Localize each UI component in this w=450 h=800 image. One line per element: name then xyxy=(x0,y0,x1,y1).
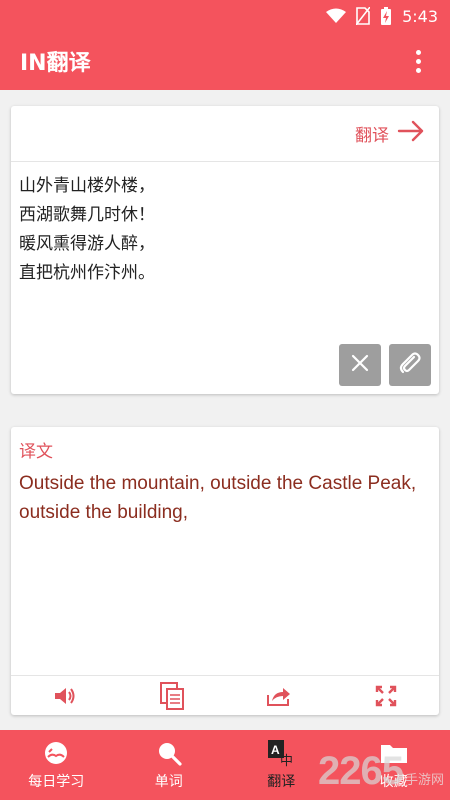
source-card: 翻译 山外青山楼外楼， 西湖歌舞几时休！ 暖风熏得游人醉， 直把杭州作汴州。 xyxy=(11,106,439,394)
status-time: 5:43 xyxy=(402,6,438,26)
svg-text:中: 中 xyxy=(280,754,293,767)
folder-icon xyxy=(380,740,408,766)
nav-item-favorites[interactable]: 收藏 xyxy=(338,730,450,800)
status-bar: 5:43 xyxy=(0,0,450,32)
nav-item-words[interactable]: 单词 xyxy=(113,730,226,800)
nav-label-favorites: 收藏 xyxy=(379,773,408,790)
copy-icon[interactable] xyxy=(152,676,192,716)
more-vert-icon[interactable] xyxy=(406,41,430,81)
bottom-navigation: 每日学习 单词 A中 翻译 收藏 xyxy=(0,730,450,800)
nav-item-daily-study[interactable]: 每日学习 xyxy=(0,730,113,800)
translate-icon: A中 xyxy=(267,739,295,767)
nav-label-words: 单词 xyxy=(154,773,183,790)
no-sim-icon xyxy=(356,7,371,25)
translate-button[interactable]: 翻译 xyxy=(11,106,439,162)
svg-text:A: A xyxy=(271,743,280,757)
battery-charging-icon xyxy=(380,6,392,26)
nav-label-translate: 翻译 xyxy=(267,773,296,790)
wifi-icon xyxy=(326,8,347,24)
translate-label: 翻译 xyxy=(355,126,389,146)
translation-actions xyxy=(11,675,439,715)
attach-button[interactable] xyxy=(389,344,431,386)
fullscreen-icon[interactable] xyxy=(366,676,406,716)
app-title: IN翻译 xyxy=(20,51,91,76)
clear-button[interactable] xyxy=(339,344,381,386)
speaker-icon[interactable] xyxy=(45,676,85,716)
close-icon xyxy=(351,354,369,376)
translation-text: Outside the mountain, outside the Castle… xyxy=(19,473,417,523)
share-icon[interactable] xyxy=(259,676,299,716)
translation-label: 译文 xyxy=(19,442,53,462)
source-text-input[interactable]: 山外青山楼外楼， 西湖歌舞几时休！ 暖风熏得游人醉， 直把杭州作汴州。 xyxy=(11,162,439,338)
book-icon xyxy=(41,740,71,766)
arrow-right-icon xyxy=(397,120,425,147)
app-bar: IN翻译 xyxy=(0,32,450,90)
translation-card: 译文 Outside the mountain, outside the Cas… xyxy=(11,427,439,715)
nav-item-translate[interactable]: A中 翻译 xyxy=(225,730,338,800)
search-icon xyxy=(156,740,182,766)
nav-label-daily-study: 每日学习 xyxy=(28,773,85,790)
paperclip-icon xyxy=(397,350,423,380)
